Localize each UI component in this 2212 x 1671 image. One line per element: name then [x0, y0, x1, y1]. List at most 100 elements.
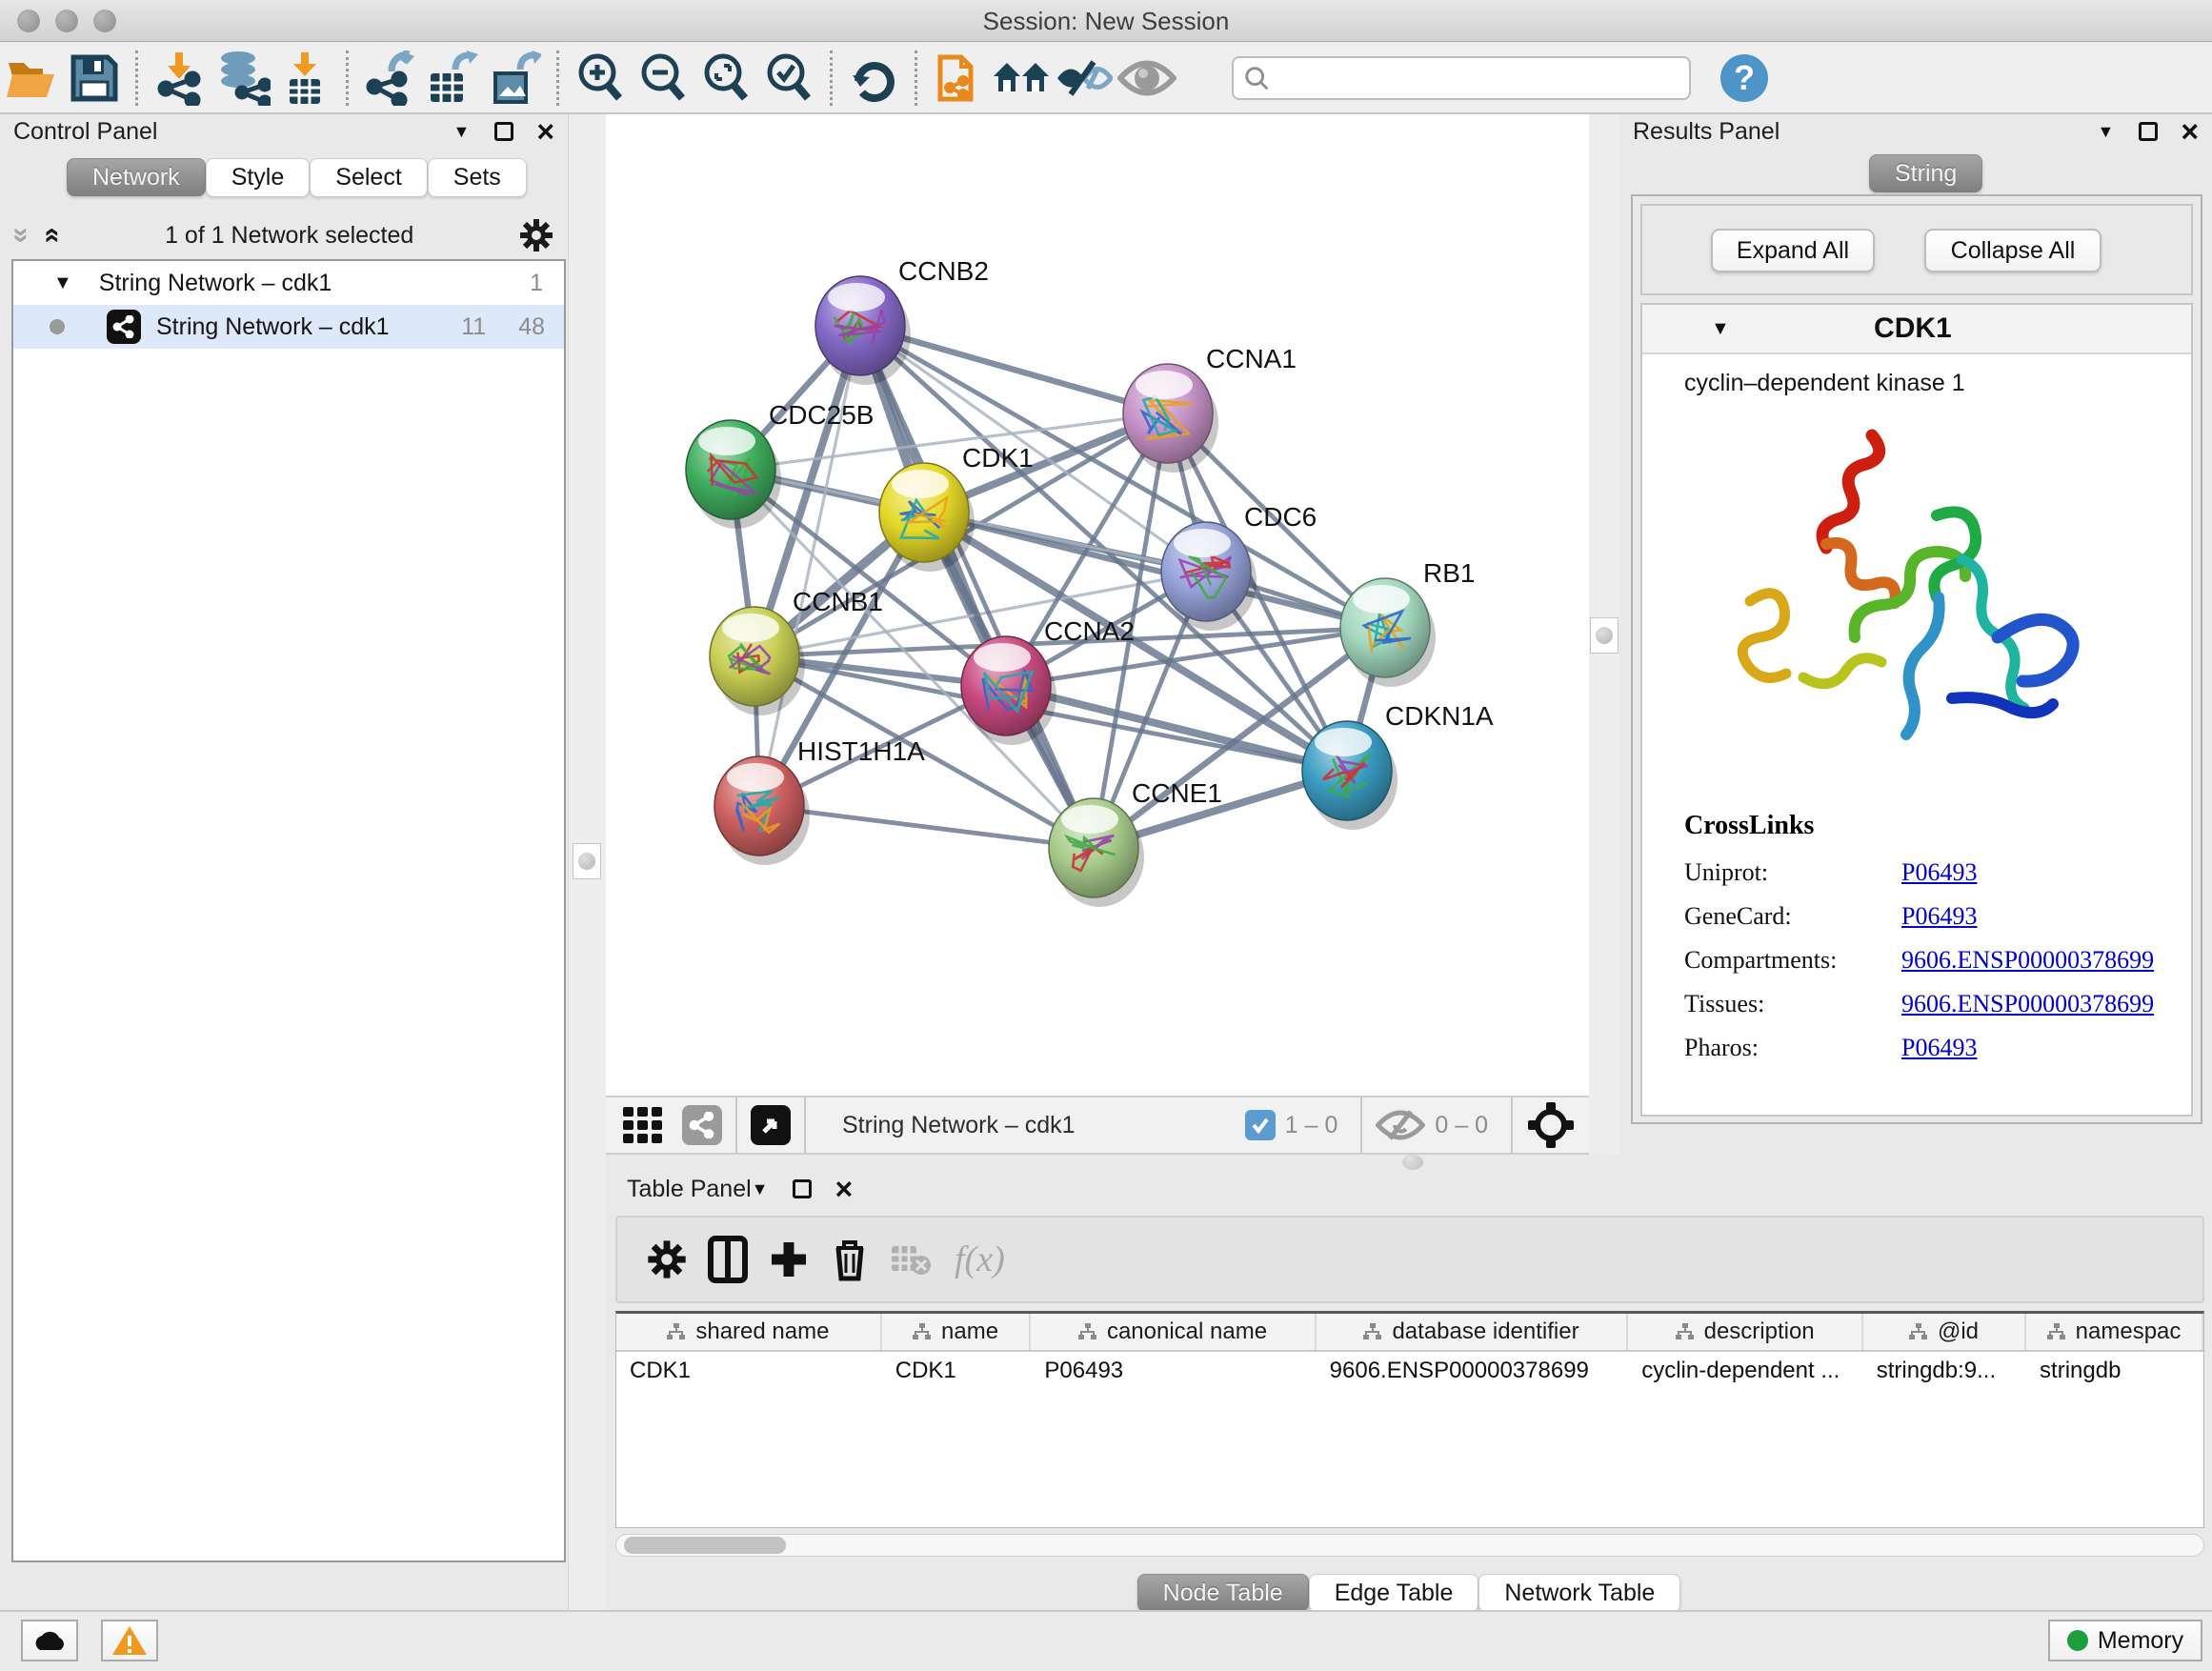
table-cell[interactable]: CDK1 [616, 1352, 882, 1392]
selected-checkbox-icon[interactable] [1245, 1110, 1276, 1140]
column-header--id[interactable]: @id [1863, 1314, 2026, 1350]
birdseye-view-icon[interactable] [751, 1105, 791, 1145]
crosslink-value-link[interactable]: 9606.ENSP00000378699 [1901, 946, 2154, 975]
create-column-button[interactable] [758, 1229, 819, 1290]
import-network-database-button[interactable] [211, 49, 273, 108]
results-panel-float-icon[interactable] [2139, 122, 2158, 141]
tab-node-table[interactable]: Node Table [1137, 1574, 1309, 1612]
tab-string[interactable]: String [1869, 154, 1982, 192]
collection-expand-icon[interactable]: ▼ [53, 272, 72, 294]
edge-CCNB2-HIST1H1A[interactable] [759, 326, 860, 806]
horizontal-splitter-handle[interactable] [1402, 1155, 1423, 1170]
warnings-button[interactable] [101, 1620, 158, 1661]
left-splitter[interactable] [568, 114, 606, 1610]
import-table-button[interactable] [273, 49, 336, 108]
table-cell[interactable]: cyclin-dependent ... [1628, 1352, 1863, 1392]
network-collection-row[interactable]: ▼ String Network – cdk1 1 [13, 261, 564, 305]
crosslink-value-link[interactable]: P06493 [1901, 902, 1977, 931]
table-panel-close-icon[interactable]: × [835, 1179, 853, 1198]
open-session-button[interactable] [0, 49, 63, 108]
search-box[interactable] [1232, 56, 1691, 100]
network-node-count: 11 [461, 313, 486, 341]
import-table-icon [282, 50, 328, 106]
edge-CCNB2-CCNE1[interactable] [860, 326, 1094, 848]
expand-all-networks-icon[interactable]: « [36, 228, 69, 244]
tab-style[interactable]: Style [206, 158, 311, 196]
control-panel-float-icon[interactable] [494, 122, 513, 141]
table-cell[interactable]: 9606.ENSP00000378699 [1317, 1352, 1629, 1392]
table-panel-collapse-icon[interactable]: ▼ [752, 1179, 769, 1199]
column-header-shared-name[interactable]: shared name [616, 1314, 882, 1350]
table-panel-float-icon[interactable] [793, 1179, 812, 1198]
table-cell[interactable]: stringdb:9... [1863, 1352, 2026, 1392]
string-import-button[interactable] [927, 49, 990, 108]
import-network-file-button[interactable] [148, 49, 211, 108]
left-splitter-handle[interactable] [573, 843, 601, 879]
eye-button[interactable] [1116, 49, 1178, 108]
column-header-database-identifier[interactable]: database identifier [1317, 1314, 1629, 1350]
results-panel-collapse-icon[interactable]: ▼ [2097, 122, 2114, 142]
zoom-out-button[interactable] [632, 49, 694, 108]
control-panel-collapse-icon[interactable]: ▼ [452, 122, 470, 142]
table-row[interactable]: CDK1CDK1P064939606.ENSP00000378699cyclin… [616, 1352, 2203, 1392]
string-network-graph[interactable]: CCNB2CCNA1CDC25BCDK1CDC6RB1CCNB1CCNA2CDK… [606, 114, 1589, 1096]
control-panel-close-icon[interactable]: × [536, 122, 554, 141]
tab-network[interactable]: Network [67, 158, 206, 196]
column-header-canonical-name[interactable]: canonical name [1031, 1314, 1316, 1350]
right-splitter-handle[interactable] [1590, 617, 1619, 654]
network-selection-info: 1 of 1 Network selected [60, 222, 518, 250]
node-HIST1H1A[interactable]: HIST1H1A [714, 736, 925, 865]
export-network-button[interactable] [358, 49, 421, 108]
crosslink-value-link[interactable]: P06493 [1901, 858, 1977, 887]
right-splitter[interactable] [1589, 114, 1619, 1170]
table-horizontal-scrollbar[interactable] [615, 1534, 2204, 1557]
network-row[interactable]: String Network – cdk1 11 48 [13, 305, 564, 349]
grid-view-icon[interactable] [621, 1103, 665, 1147]
results-panel-close-icon[interactable]: × [2181, 122, 2199, 141]
tab-select[interactable]: Select [310, 158, 427, 196]
zoom-fit-button[interactable] [694, 49, 757, 108]
node-CDKN1A[interactable]: CDKN1A [1302, 701, 1494, 830]
table-cell[interactable]: P06493 [1031, 1352, 1316, 1392]
column-header-namespac[interactable]: namespac [2026, 1314, 2203, 1350]
toolbar-separator [804, 1097, 806, 1153]
export-image-button[interactable] [484, 49, 547, 108]
show-hide-attributes-button[interactable] [1053, 49, 1116, 108]
column-header-description[interactable]: description [1628, 1314, 1863, 1350]
help-button[interactable]: ? [1719, 53, 1769, 103]
table-cell[interactable]: stringdb [2026, 1352, 2203, 1392]
cdk1-section-header[interactable]: ▼ CDK1 [1642, 305, 2191, 354]
network-share-icon[interactable] [682, 1105, 722, 1145]
zoom-selected-button[interactable] [757, 49, 820, 108]
tab-network-table[interactable]: Network Table [1478, 1574, 1680, 1612]
fit-selected-crosshair-icon[interactable] [1526, 1100, 1576, 1150]
cdk1-expand-icon[interactable]: ▼ [1711, 318, 1730, 340]
save-session-button[interactable] [63, 49, 126, 108]
table-options-gear-button[interactable] [636, 1229, 697, 1290]
delete-column-button[interactable] [819, 1229, 880, 1290]
network-options-gear-icon[interactable] [518, 217, 554, 253]
crosslink-value-link[interactable]: P06493 [1901, 1034, 1977, 1062]
zoom-in-button[interactable] [569, 49, 632, 108]
network-view-canvas[interactable]: CCNB2CCNA1CDC25BCDK1CDC6RB1CCNB1CCNA2CDK… [606, 114, 1589, 1096]
tab-sets[interactable]: Sets [428, 158, 527, 196]
scrollbar-thumb[interactable] [624, 1537, 786, 1554]
node-RB1[interactable]: RB1 [1340, 558, 1475, 687]
cloud-button[interactable] [21, 1620, 78, 1661]
collapse-all-networks-icon[interactable]: » [5, 228, 37, 244]
search-input[interactable] [1270, 65, 1679, 91]
table-cell[interactable]: CDK1 [882, 1352, 1032, 1392]
node-CDC6[interactable]: CDC6 [1161, 502, 1317, 631]
home-pages-button[interactable] [990, 49, 1053, 108]
table-tabs: Node Table Edge Table Network Table [606, 1574, 2212, 1612]
node-CCNE1[interactable]: CCNE1 [1049, 778, 1222, 907]
expand-all-button[interactable]: Expand All [1711, 229, 1875, 272]
show-columns-button[interactable] [697, 1229, 758, 1290]
column-header-name[interactable]: name [882, 1314, 1032, 1350]
memory-button[interactable]: Memory [2048, 1620, 2202, 1661]
tab-edge-table[interactable]: Edge Table [1309, 1574, 1479, 1612]
refresh-button[interactable] [842, 49, 905, 108]
crosslink-value-link[interactable]: 9606.ENSP00000378699 [1901, 990, 2154, 1018]
export-table-button[interactable] [421, 49, 484, 108]
collapse-all-button[interactable]: Collapse All [1924, 229, 2101, 272]
